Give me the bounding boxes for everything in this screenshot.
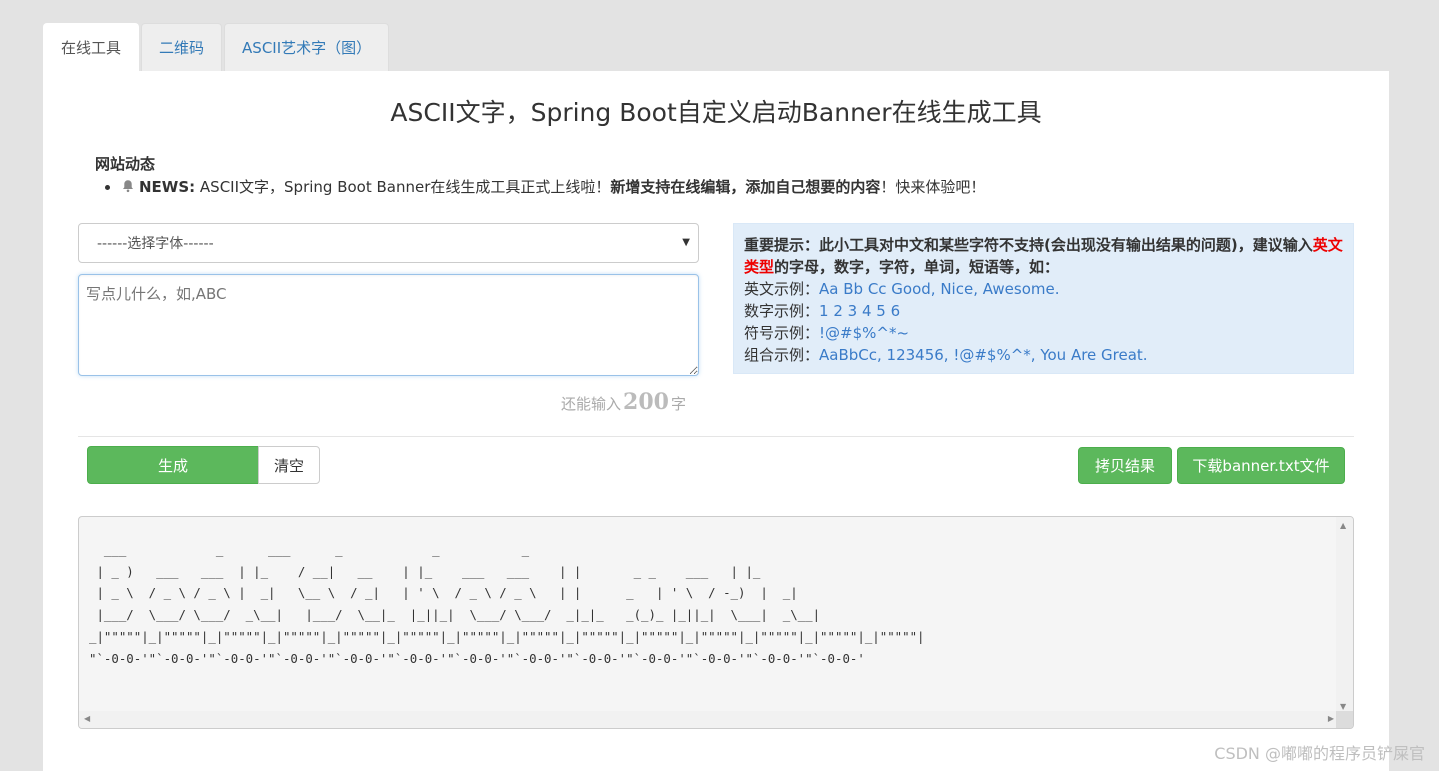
generate-button[interactable]: 生成 [87,446,259,484]
tab-bar: 在线工具 二维码 ASCII艺术字（图） [43,23,391,71]
tip-row-label: 英文示例： [744,280,820,298]
scrollbar-corner [1336,711,1353,728]
news-text-bold: 新增支持在线编辑，添加自己想要的内容 [610,178,881,196]
download-banner-button[interactable]: 下载banner.txt文件 [1177,447,1345,484]
news-section: 网站动态 NEWS: ASCII文字，Spring Boot Banner在线生… [95,153,985,197]
page-title: ASCII文字，Spring Boot自定义启动Banner在线生成工具 [390,98,1042,127]
tip-row-symbol: 符号示例：!@#$%^*~ [744,322,1343,344]
tab-ascii-art-image[interactable]: ASCII艺术字（图） [224,23,390,71]
tip-row-value: AaBbCc, 123456, !@#$%^*, You Are Great. [819,346,1148,364]
copy-result-button[interactable]: 拷贝结果 [1078,447,1172,484]
tip-row-label: 组合示例： [744,346,820,364]
tip-row-combo: 组合示例：AaBbCc, 123456, !@#$%^*, You Are Gr… [744,344,1343,366]
scroll-up-icon[interactable]: ▲ [1340,521,1346,530]
tip-row-label: 符号示例： [744,324,820,342]
main-panel: ASCII文字，Spring Boot自定义启动Banner在线生成工具 网站动… [43,71,1389,771]
news-text-prefix: ASCII文字，Spring Boot Banner在线生成工具正式上线啦！ [195,178,611,196]
counter-number: 200 [623,389,669,415]
tip-row-number: 数字示例：1 2 3 4 5 6 [744,300,1343,322]
tip-row-value: !@#$%^*~ [819,324,910,342]
scroll-right-icon[interactable]: ▶ [1328,714,1334,723]
clear-button[interactable]: 清空 [258,446,320,484]
news-item: NEWS: ASCII文字，Spring Boot Banner在线生成工具正式… [121,176,985,197]
vertical-scrollbar[interactable]: ▲ ▼ [1336,517,1353,713]
ascii-output-text: ___ _ ___ _ _ _ | _ ) ___ ___ | |_ / __|… [89,542,925,666]
counter-suffix: 字 [670,395,686,413]
font-select-value: ------选择字体------ [97,236,214,252]
tip-row-value: Aa Bb Cc Good, Nice, Awesome. [819,280,1060,298]
horizontal-scrollbar[interactable]: ◀ ▶ [79,711,1338,728]
counter-prefix: 还能输入 [561,395,622,413]
tip-bold-1: 重要提示：此小工具对中文和某些字符不支持(会出现没有输出结果的问题)，建议输入 [744,236,1313,254]
news-tag: NEWS: [139,178,196,196]
tab-qrcode[interactable]: 二维码 [141,23,223,71]
scroll-left-icon[interactable]: ◀ [84,714,90,723]
text-input[interactable] [78,274,699,376]
tip-box: 重要提示：此小工具对中文和某些字符不支持(会出现没有输出结果的问题)，建议输入英… [733,223,1354,374]
tip-row-english: 英文示例：Aa Bb Cc Good, Nice, Awesome. [744,278,1343,300]
scroll-down-icon[interactable]: ▼ [1340,702,1346,711]
caret-down-icon: ▼ [682,237,690,248]
divider [78,436,1354,437]
watermark-text: CSDN @嘟嘟的程序员铲屎官 [1214,744,1425,763]
font-select[interactable]: ------选择字体------ ▼ [78,223,699,263]
news-heading: 网站动态 [95,155,156,173]
tip-bold-2: 的字母，数字，字符，单词，短语等，如： [774,258,1060,276]
char-counter: 还能输入200 字 [561,389,686,415]
bell-icon [121,179,135,193]
ascii-output-area[interactable]: ___ _ ___ _ _ _ | _ ) ___ ___ | |_ / __|… [78,516,1354,729]
tip-row-label: 数字示例： [744,302,820,320]
news-text-suffix: ！快来体验吧！ [880,178,986,196]
tip-row-value: 1 2 3 4 5 6 [819,302,901,320]
tab-online-tools[interactable]: 在线工具 [43,23,140,71]
